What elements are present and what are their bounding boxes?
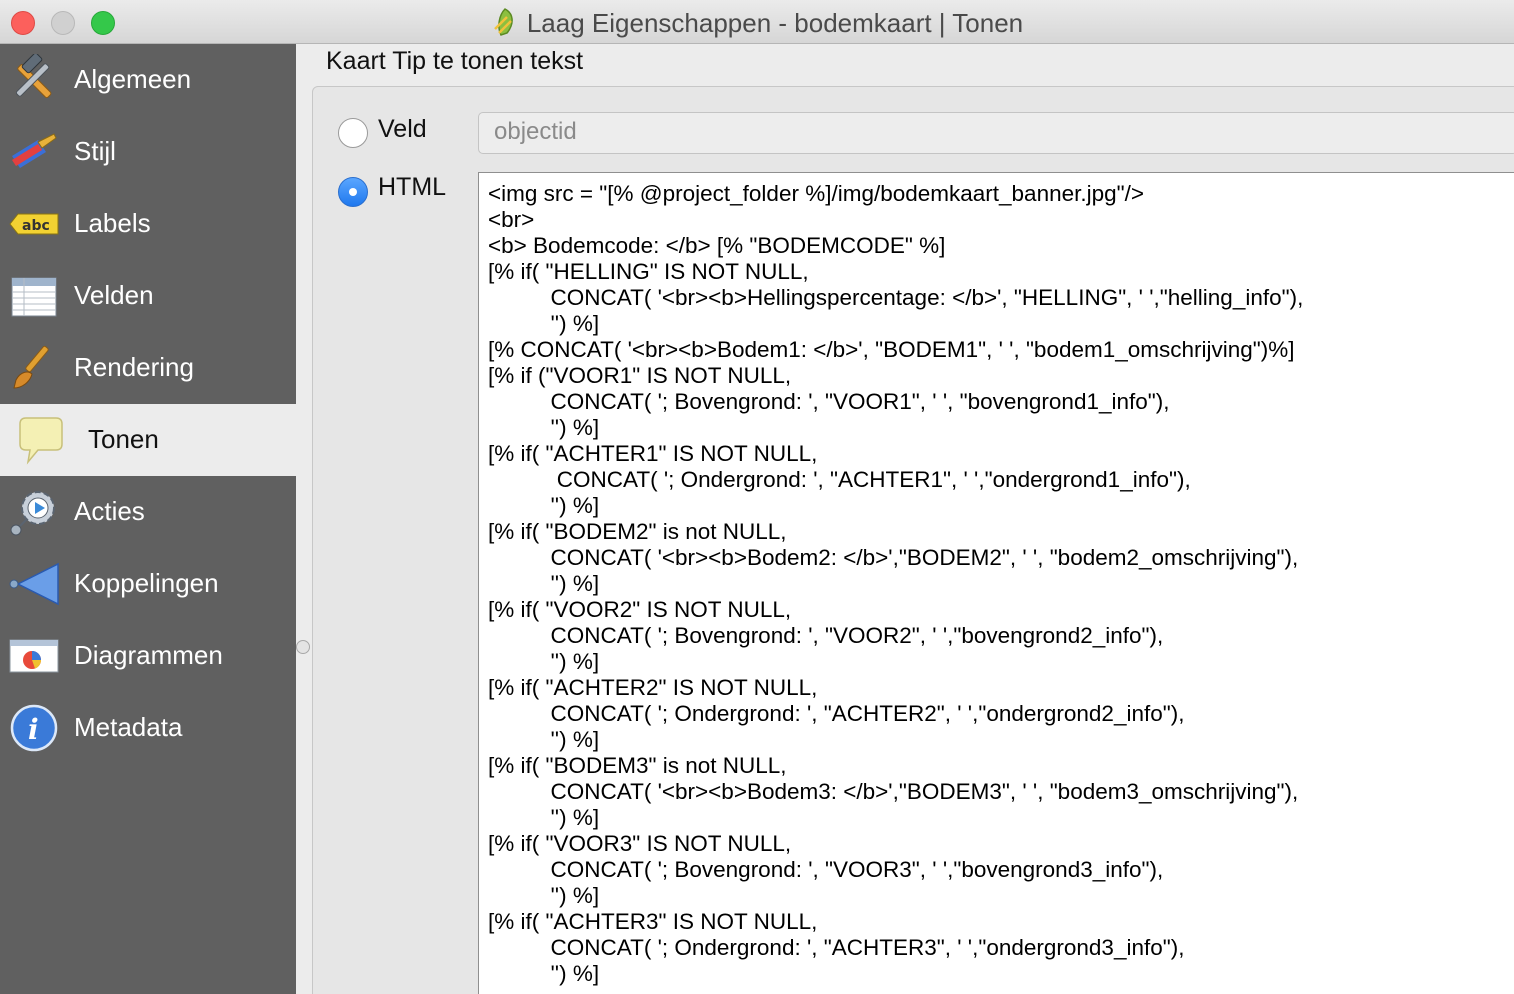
sidebar-item-rendering[interactable]: Rendering xyxy=(0,332,296,404)
code-line: [% if( "ACHTER3" IS NOT NULL, xyxy=(488,909,818,934)
code-line: [% if( "HELLING" IS NOT NULL, xyxy=(488,259,809,284)
code-line: CONCAT( '; Ondergrond: ', "ACHTER1", ' '… xyxy=(488,467,1191,492)
code-line: <b> Bodemcode: </b> [% "BODEMCODE" %] xyxy=(488,233,946,258)
sidebar-item-label: Koppelingen xyxy=(74,568,219,598)
html-radio-button[interactable] xyxy=(338,177,368,207)
code-line: [% if( "BODEM3" is not NULL, xyxy=(488,753,787,778)
code-line: CONCAT( '<br><b>Bodem3: </b>',"BODEM3", … xyxy=(488,779,1299,804)
code-line: [% if ("VOOR1" IS NOT NULL, xyxy=(488,363,792,388)
code-line: [% if( "BODEM2" is not NULL, xyxy=(488,519,787,544)
brush-icon xyxy=(8,342,60,394)
pie-chart-icon xyxy=(8,630,60,682)
join-arrow-icon xyxy=(8,558,60,610)
sidebar-item-label: Stijl xyxy=(74,136,116,166)
sidebar-item-velden[interactable]: Velden xyxy=(0,260,296,332)
code-line: <img src = "[% @project_folder %]/img/bo… xyxy=(488,181,1145,206)
sidebar-item-diagrammen[interactable]: Diagrammen xyxy=(0,620,296,692)
code-line: '') %] xyxy=(488,649,600,674)
code-line: CONCAT( '; Bovengrond: ', "VOOR3", ' ',"… xyxy=(488,857,1164,882)
code-line: CONCAT( '<br><b>Bodem2: </b>',"BODEM2", … xyxy=(488,545,1299,570)
code-line: '') %] xyxy=(488,727,600,752)
html-editor[interactable]: <img src = "[% @project_folder %]/img/bo… xyxy=(478,172,1514,994)
field-combobox[interactable]: objectid xyxy=(478,112,1514,154)
qgis-icon xyxy=(491,7,519,44)
html-radio-label[interactable]: HTML xyxy=(378,173,446,202)
info-icon: i xyxy=(8,702,60,754)
sidebar-item-algemeen[interactable]: Algemeen xyxy=(0,44,296,116)
code-line: '') %] xyxy=(488,571,600,596)
code-line: <br> xyxy=(488,207,535,232)
svg-text:i: i xyxy=(28,713,39,746)
hammer-wrench-icon xyxy=(8,52,60,106)
svg-text:abc: abc xyxy=(22,218,50,234)
code-line: CONCAT( '; Ondergrond: ', "ACHTER2", ' '… xyxy=(488,701,1185,726)
window-title-container: Laag Eigenschappen - bodemkaart | Tonen xyxy=(0,7,1514,44)
sidebar-item-labels[interactable]: abc Labels xyxy=(0,188,296,260)
field-radio-button[interactable] xyxy=(338,118,368,148)
code-line: CONCAT( '<br><b>Hellingspercentage: </b>… xyxy=(488,285,1304,310)
sidebar-item-label: Labels xyxy=(74,208,151,238)
paintbrush-icon xyxy=(8,126,60,178)
section-title: Kaart Tip te tonen tekst xyxy=(326,47,584,75)
sidebar-item-label: Algemeen xyxy=(74,64,192,94)
code-line: CONCAT( '; Bovengrond: ', "VOOR2", ' ',"… xyxy=(488,623,1164,648)
code-line: CONCAT( '; Ondergrond: ', "ACHTER3", ' '… xyxy=(488,935,1185,960)
sidebar-item-metadata[interactable]: i Metadata xyxy=(0,692,296,764)
code-line: [% if( "VOOR3" IS NOT NULL, xyxy=(488,831,792,856)
sidebar-item-label: Rendering xyxy=(74,352,194,382)
code-line: '') %] xyxy=(488,493,600,518)
sidebar-item-acties[interactable]: Acties xyxy=(0,476,296,548)
code-line: '') %] xyxy=(488,311,600,336)
sidebar-item-label: Acties xyxy=(74,496,145,526)
code-line: [% if( "VOOR2" IS NOT NULL, xyxy=(488,597,792,622)
sidebar: Algemeen Stijl abc Labels Velden Renderi… xyxy=(0,44,296,994)
code-line: '') %] xyxy=(488,961,600,986)
table-icon xyxy=(8,270,60,322)
window-title: Laag Eigenschappen - bodemkaart | Tonen xyxy=(526,8,1024,38)
code-line: '') %] xyxy=(488,805,600,830)
sidebar-item-label: Velden xyxy=(74,280,154,310)
code-line: [% CONCAT( '<br><b>Bodem1: </b>', "BODEM… xyxy=(488,337,1295,362)
sidebar-item-koppelingen[interactable]: Koppelingen xyxy=(0,548,296,620)
sidebar-item-label: Diagrammen xyxy=(74,640,223,670)
sidebar-item-tonen[interactable]: Tonen xyxy=(0,404,296,476)
code-line: '') %] xyxy=(488,415,600,440)
sidebar-item-stijl[interactable]: Stijl xyxy=(0,116,296,188)
code-line: CONCAT( '; Bovengrond: ', "VOOR1", ' ', … xyxy=(488,389,1170,414)
code-line: [% if( "ACHTER2" IS NOT NULL, xyxy=(488,675,818,700)
sidebar-item-label: Tonen xyxy=(88,424,159,454)
abc-label-icon: abc xyxy=(8,198,60,250)
gear-icon xyxy=(8,486,60,538)
splitter-handle[interactable] xyxy=(296,640,310,654)
sidebar-item-label: Metadata xyxy=(74,712,183,742)
code-line: '') %] xyxy=(488,883,600,908)
field-radio-label[interactable]: Veld xyxy=(378,115,427,144)
code-line: [% if( "ACHTER1" IS NOT NULL, xyxy=(488,441,818,466)
title-bar: Laag Eigenschappen - bodemkaart | Tonen xyxy=(0,0,1514,44)
speech-bubble-icon xyxy=(14,414,66,466)
